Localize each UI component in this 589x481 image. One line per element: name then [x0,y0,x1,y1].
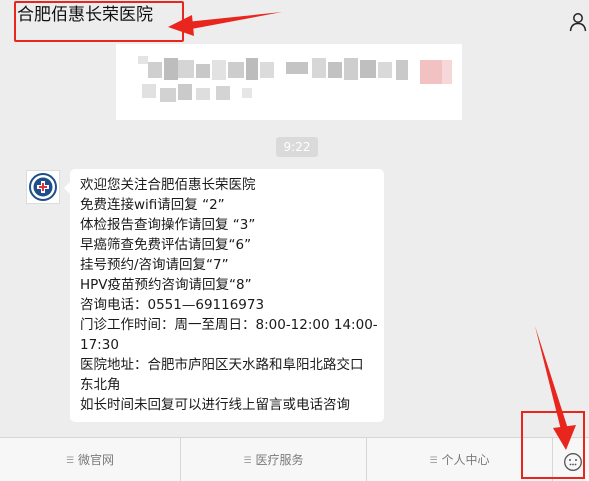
menu-item-micro-site[interactable]: ☰ 微官网 [0,438,180,481]
timestamp-badge: 9:22 [276,137,318,157]
message-line: 早癌筛查免费评估请回复“6” [80,237,252,253]
message-line: 17:30 [80,337,119,353]
blurred-article-card[interactable] [116,44,462,120]
annotation-box-emoji [521,411,585,479]
hospital-logo-icon [29,173,57,201]
message-line: 医院地址：合肥市庐阳区天水路和阜阳北路交口 [80,357,364,373]
menu-item-label: 医疗服务 [255,453,304,467]
menu-item-label: 个人中心 [441,453,490,467]
menu-item-medical-service[interactable]: ☰ 医疗服务 [181,438,366,481]
message-bubble: 欢迎您关注合肥佰惠长荣医院 免费连接wifi请回复 “2” 体检报告查询操作请回… [64,169,384,422]
annotation-box-title [14,1,184,42]
menu-lines-icon: ☰ [429,455,437,466]
menu-lines-icon: ☰ [65,455,74,466]
message-line: 欢迎您关注合肥佰惠长荣医院 [80,177,256,193]
message-line: HPV疫苗预约咨询请回复“8” [80,277,252,293]
message-line: 门诊工作时间：周一至周日：8:00-12:00 14:00- [80,317,378,333]
message-line: 挂号预约/咨询请回复“7” [80,257,229,273]
message-line: 免费连接wifi请回复 “2” [80,197,225,213]
hospital-avatar[interactable] [26,170,60,204]
person-icon[interactable] [569,12,587,32]
message-line: 咨询电话：0551—69116973 [80,297,265,313]
menu-item-label: 微官网 [78,453,115,467]
bottom-menu-bar: ☰ 微官网 ☰ 医疗服务 ☰ 个人中心 [0,437,589,481]
message-line: 如长时间未回复可以进行线上留言或电话咨询 [80,397,350,413]
message-line: 体检报告查询操作请回复 “3” [80,217,256,233]
message-line: 东北角 [80,377,121,393]
menu-lines-icon: ☰ [243,455,251,466]
